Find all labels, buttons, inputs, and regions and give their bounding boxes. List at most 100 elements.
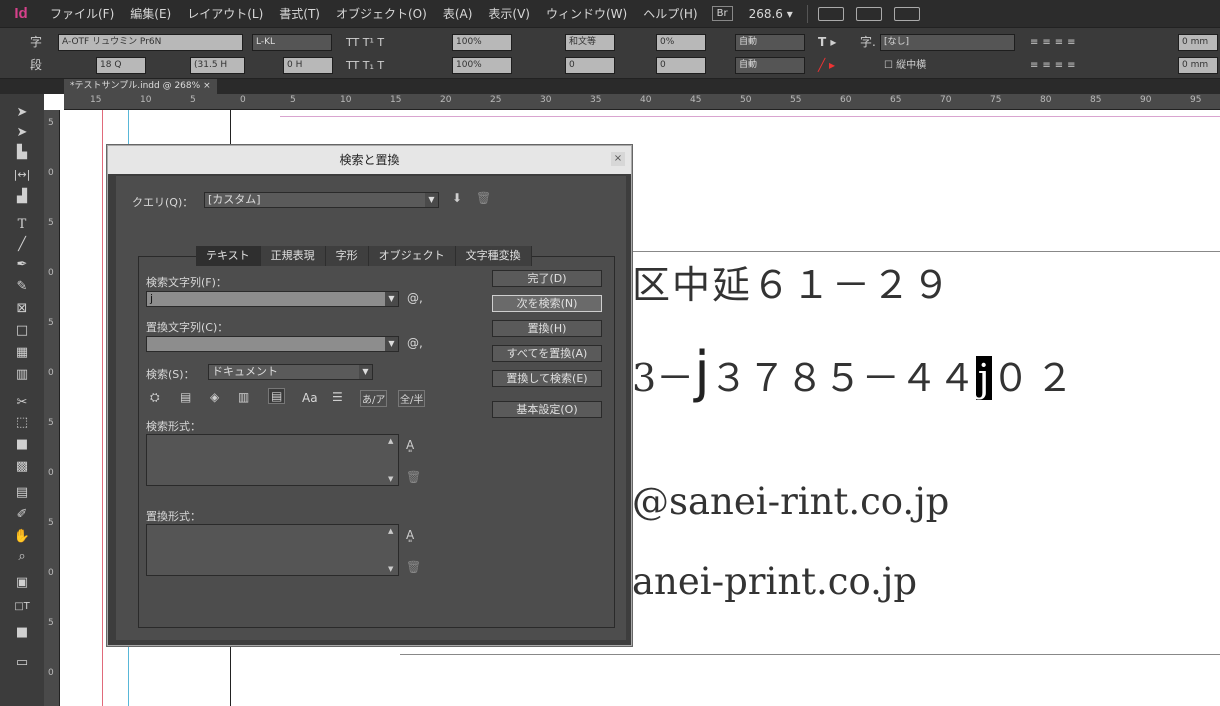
doc-text-line-2[interactable]: 3－j３７８５－４４j０２: [632, 340, 1080, 405]
done-button[interactable]: 完了(D): [492, 270, 602, 287]
fill-stroke-icon[interactable]: ▣: [12, 574, 32, 592]
chevron-down-icon[interactable]: ▼: [385, 337, 398, 351]
vertical-ruler[interactable]: 5 0 5 0 5 0 5 0 5 0 5 0: [44, 110, 60, 706]
tracking-field[interactable]: 0: [565, 57, 615, 74]
include-master-pages-icon[interactable]: ▥: [238, 390, 249, 404]
tab-transliterate[interactable]: 文字種変換: [456, 246, 532, 266]
query-select[interactable]: [カスタム] ▼: [204, 192, 439, 208]
baseline-shift-field[interactable]: 0 H: [283, 57, 333, 74]
include-locked-layers-icon[interactable]: ⛭: [150, 390, 160, 405]
change-to-input[interactable]: ▼: [146, 336, 399, 352]
include-footnotes-icon[interactable]: ▤: [268, 388, 286, 404]
rectangle-frame-tool-icon[interactable]: ⊠: [12, 300, 32, 318]
pencil-tool-icon[interactable]: ✎: [12, 278, 32, 296]
find-next-button[interactable]: 次を検索(N): [492, 295, 602, 312]
scissors-tool-icon[interactable]: ✂: [12, 394, 32, 412]
trash-icon[interactable]: 🗑: [476, 191, 491, 205]
menu-edit[interactable]: 編集(E): [122, 5, 179, 22]
formatting-affects-text-icon[interactable]: □T: [12, 598, 32, 616]
find-format-box[interactable]: ▲ ▼: [146, 434, 399, 486]
clear-change-format-icon[interactable]: 🗑: [406, 560, 421, 574]
leading-field[interactable]: (31.5 H: [190, 57, 245, 74]
screen-mode-icon[interactable]: [855, 6, 882, 21]
gradient-swatch-tool-icon[interactable]: ■: [12, 436, 32, 454]
change-button[interactable]: 置換(H): [492, 320, 602, 337]
tsume-field[interactable]: 0%: [656, 34, 706, 51]
include-hidden-layers-icon[interactable]: ◈: [210, 390, 219, 404]
doc-text-line-1[interactable]: 区中延６１－２９: [632, 254, 952, 309]
tab-text[interactable]: テキスト: [196, 246, 261, 266]
tab-grep[interactable]: 正規表現: [261, 246, 326, 266]
clear-find-format-icon[interactable]: 🗑: [406, 470, 421, 484]
all-caps-icon[interactable]: TT T¹ T: [346, 34, 384, 51]
tab-object[interactable]: オブジェクト: [369, 246, 456, 266]
line-tool-icon[interactable]: ╱: [12, 236, 32, 254]
special-characters-icon[interactable]: @,: [407, 336, 423, 350]
specify-change-format-icon[interactable]: A͈: [406, 528, 414, 542]
character-mode-label[interactable]: 字: [30, 34, 42, 51]
zoom-tool-icon[interactable]: ⌕: [12, 548, 32, 566]
close-tab-icon[interactable]: ×: [203, 81, 211, 91]
whole-word-icon[interactable]: ☰: [332, 390, 343, 404]
change-all-button[interactable]: すべてを置換(A): [492, 345, 602, 362]
aki-after-field[interactable]: 0: [656, 57, 706, 74]
menu-window[interactable]: ウィンドウ(W): [538, 5, 635, 22]
small-caps-icon[interactable]: TT T₁ T: [346, 57, 384, 74]
font-style-field[interactable]: L-KL: [252, 34, 332, 51]
scroll-down-icon[interactable]: ▼: [388, 565, 396, 573]
save-query-icon[interactable]: ⬇: [452, 191, 462, 205]
screen-mode-tool-icon[interactable]: ▭: [12, 654, 32, 672]
scroll-down-icon[interactable]: ▼: [388, 475, 396, 483]
gap-tool-icon[interactable]: |↔|: [12, 166, 32, 184]
menu-file[interactable]: ファイル(F): [42, 5, 122, 22]
tab-glyph[interactable]: 字形: [326, 246, 369, 266]
align-left-icon[interactable]: ≡≡≡≡: [1030, 34, 1080, 51]
text-fill-icon[interactable]: T ▸: [818, 34, 836, 51]
menu-help[interactable]: ヘルプ(H): [635, 5, 705, 22]
dialog-title[interactable]: 検索と置換: [108, 146, 631, 174]
kana-sensitive-toggle[interactable]: あ/ア: [360, 390, 388, 407]
justify-icon[interactable]: ≡≡≡≡: [1030, 57, 1080, 74]
vertical-grid-tool-icon[interactable]: ▥: [12, 366, 32, 384]
hand-tool-icon[interactable]: ✋: [12, 528, 32, 546]
chevron-down-icon[interactable]: ▼: [385, 292, 398, 306]
menu-view[interactable]: 表示(V): [480, 5, 538, 22]
find-what-input[interactable]: j ▼: [146, 291, 399, 307]
doc-text-line-3[interactable]: @sanei-rint.co.jp: [632, 480, 949, 523]
doc-text-line-4[interactable]: anei-print.co.jp: [632, 560, 917, 603]
font-size-field[interactable]: 18 Q: [96, 57, 146, 74]
close-icon[interactable]: ×: [611, 152, 625, 166]
direct-selection-tool-icon[interactable]: ➤: [12, 124, 32, 142]
eyedropper-tool-icon[interactable]: ✐: [12, 506, 32, 524]
tate-chu-yoko-checkbox[interactable]: ☐ 縦中横: [884, 57, 926, 74]
view-options-icon[interactable]: [817, 6, 844, 21]
horizontal-grid-tool-icon[interactable]: ▦: [12, 344, 32, 362]
type-tool-icon[interactable]: T: [12, 216, 32, 234]
horizontal-ruler[interactable]: 15 10 5 0 5 10 15 20 25 30 35 40 45 50 55 60 65 70 75 80 85 9…: [64, 94, 1220, 110]
rectangle-tool-icon[interactable]: □: [12, 322, 32, 340]
horizontal-scale-field[interactable]: 100%: [452, 57, 512, 74]
zoom-level-dropdown[interactable]: 268.6 ▾: [739, 7, 803, 21]
character-style-field[interactable]: [なし]: [880, 34, 1015, 51]
note-tool-icon[interactable]: ▤: [12, 484, 32, 502]
apply-color-icon[interactable]: ■: [12, 624, 32, 642]
special-characters-icon[interactable]: @,: [407, 291, 423, 305]
left-indent-field[interactable]: 0 mm: [1178, 34, 1218, 51]
paragraph-mode-label[interactable]: 段: [30, 57, 42, 74]
stroke-none-icon[interactable]: ╱ ▸: [818, 57, 835, 74]
case-sensitive-toggle[interactable]: Aa: [302, 391, 318, 405]
menu-layout[interactable]: レイアウト(L): [179, 5, 271, 22]
arrange-documents-icon[interactable]: [893, 6, 920, 21]
change-format-box[interactable]: ▲ ▼: [146, 524, 399, 576]
gradient-feather-tool-icon[interactable]: ▩: [12, 458, 32, 476]
specify-find-format-icon[interactable]: A͈: [406, 438, 414, 452]
scroll-up-icon[interactable]: ▲: [388, 527, 396, 535]
kerning-field[interactable]: 和文等: [565, 34, 615, 51]
menu-object[interactable]: オブジェクト(O): [328, 5, 435, 22]
font-family-field[interactable]: A-OTF リュウミン Pr6N: [58, 34, 243, 51]
pen-tool-icon[interactable]: ✒: [12, 256, 32, 274]
document-tab[interactable]: *テストサンプル.indd @ 268% ×: [64, 79, 217, 94]
include-locked-stories-icon[interactable]: ▤: [180, 390, 191, 404]
menu-type[interactable]: 書式(T): [271, 5, 328, 22]
scroll-up-icon[interactable]: ▲: [388, 437, 396, 445]
